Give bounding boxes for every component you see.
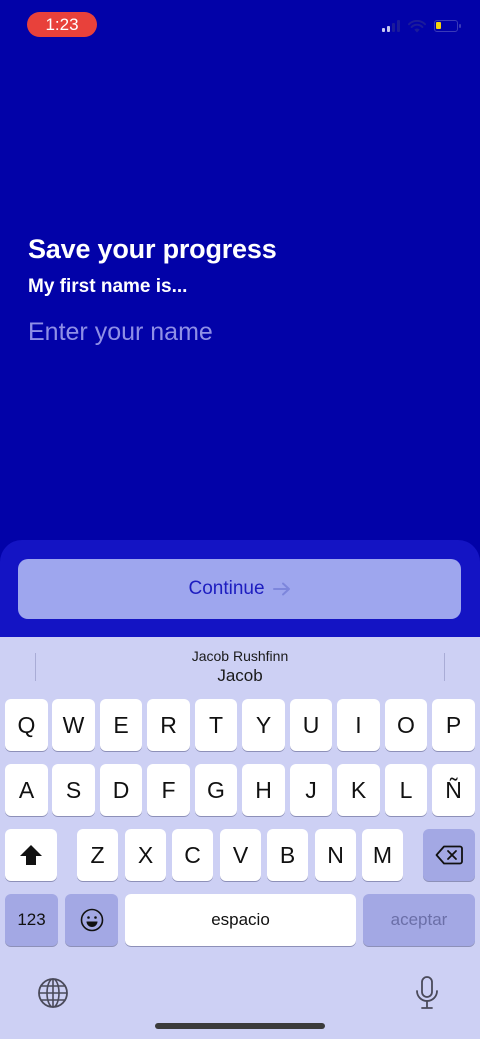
delete-icon: [435, 845, 463, 865]
space-key[interactable]: espacio: [125, 894, 356, 946]
key-g[interactable]: G: [195, 764, 237, 816]
key-s[interactable]: S: [52, 764, 95, 816]
arrow-right-icon: [272, 582, 290, 596]
suggestion-word[interactable]: Jacob: [0, 666, 480, 686]
predictive-bar: Jacob Rushfinn Jacob: [0, 637, 480, 693]
key-n-tilde[interactable]: Ñ: [432, 764, 475, 816]
key-z[interactable]: Z: [77, 829, 118, 881]
key-r[interactable]: R: [147, 699, 190, 751]
key-b[interactable]: B: [267, 829, 308, 881]
key-e[interactable]: E: [100, 699, 142, 751]
status-bar: 1:23: [0, 0, 480, 48]
key-n[interactable]: N: [315, 829, 356, 881]
status-time: 1:23: [27, 12, 97, 37]
key-o[interactable]: O: [385, 699, 427, 751]
key-i[interactable]: I: [337, 699, 380, 751]
key-l[interactable]: L: [385, 764, 427, 816]
key-c[interactable]: C: [172, 829, 213, 881]
battery-icon: [434, 20, 461, 32]
key-q[interactable]: Q: [5, 699, 48, 751]
key-u[interactable]: U: [290, 699, 332, 751]
emoji-icon: [80, 908, 103, 932]
key-x[interactable]: X: [125, 829, 166, 881]
key-p[interactable]: P: [432, 699, 475, 751]
shift-key[interactable]: [5, 829, 57, 881]
key-d[interactable]: D: [100, 764, 142, 816]
page-title: Save your progress: [28, 234, 277, 264]
key-w[interactable]: W: [52, 699, 95, 751]
shift-icon: [20, 845, 42, 865]
first-name-input[interactable]: [28, 312, 448, 352]
key-y[interactable]: Y: [242, 699, 285, 751]
keyboard: Jacob Rushfinn Jacob Q W E R T Y U I O P…: [0, 637, 480, 1039]
suggestion-contact[interactable]: Jacob Rushfinn: [0, 648, 480, 664]
key-f[interactable]: F: [147, 764, 190, 816]
status-icons: [382, 18, 461, 34]
continue-panel: Continue: [0, 540, 480, 650]
key-h[interactable]: H: [242, 764, 285, 816]
key-v[interactable]: V: [220, 829, 261, 881]
emoji-key[interactable]: [65, 894, 118, 946]
key-t[interactable]: T: [195, 699, 237, 751]
wifi-icon: [408, 19, 426, 32]
name-prompt-label: My first name is...: [28, 276, 188, 297]
key-j[interactable]: J: [290, 764, 332, 816]
numbers-key[interactable]: 123: [5, 894, 58, 946]
delete-key[interactable]: [423, 829, 475, 881]
continue-label: Continue: [188, 578, 265, 599]
key-a[interactable]: A: [5, 764, 48, 816]
continue-button[interactable]: Continue: [18, 559, 461, 619]
globe-icon[interactable]: [37, 977, 69, 1009]
home-indicator[interactable]: [155, 1023, 325, 1029]
key-m[interactable]: M: [362, 829, 403, 881]
key-k[interactable]: K: [337, 764, 380, 816]
return-key[interactable]: aceptar: [363, 894, 475, 946]
microphone-icon[interactable]: [414, 975, 440, 1011]
signal-icon: [382, 20, 400, 32]
